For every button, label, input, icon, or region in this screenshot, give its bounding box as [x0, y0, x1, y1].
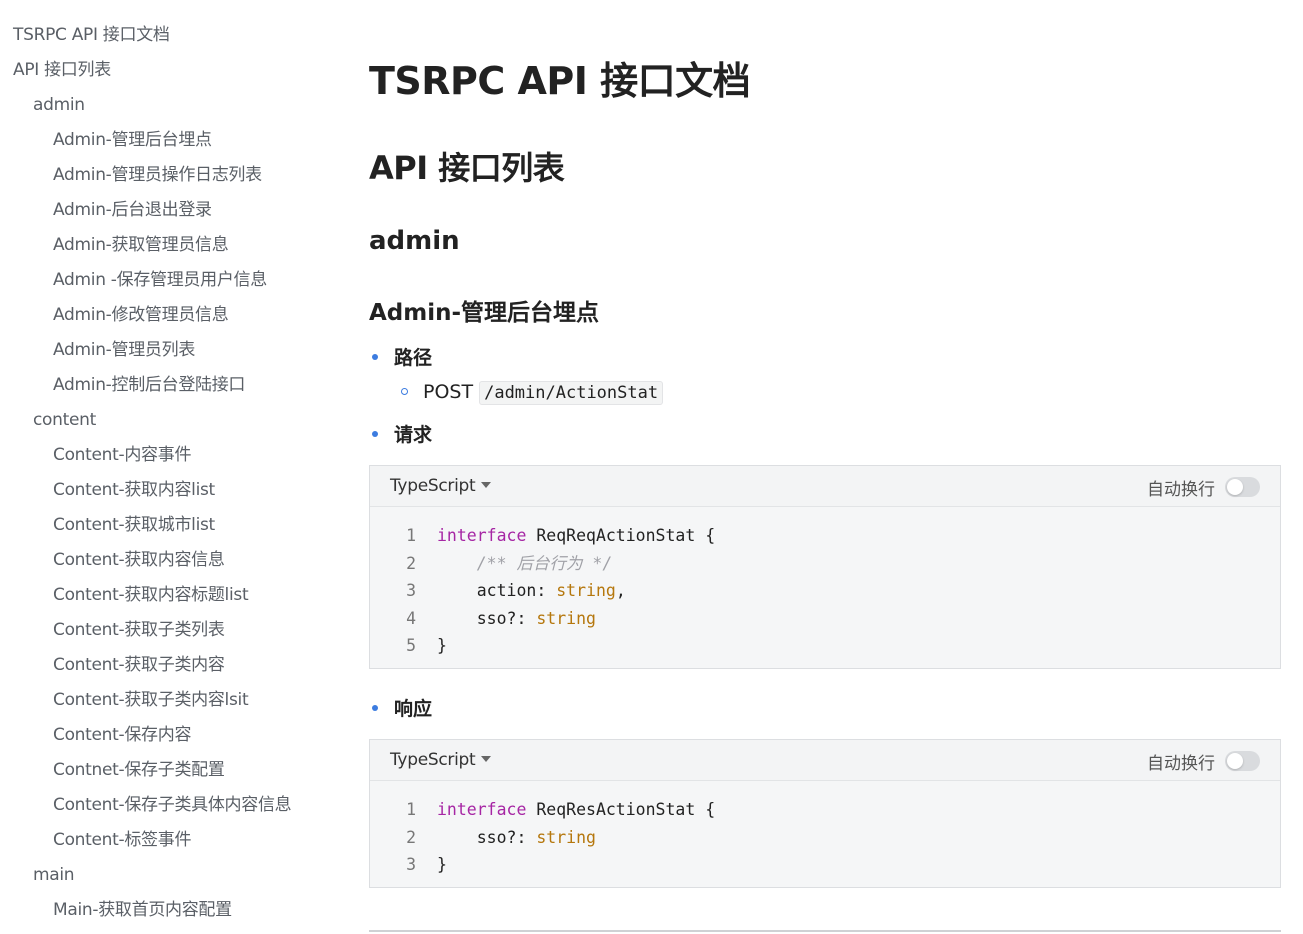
- api-title: Admin-管理后台埋点: [369, 300, 600, 326]
- toc-item[interactable]: Admin-控制后台登陆接口: [0, 372, 330, 407]
- code-line: 2 /** 后台行为 */: [370, 550, 1280, 578]
- toc-item[interactable]: Admin-管理员操作日志列表: [0, 162, 330, 197]
- toc-item[interactable]: Admin-获取管理员信息: [0, 232, 330, 267]
- code-token-plain: }: [437, 636, 447, 655]
- toc-item[interactable]: Content-标签事件: [0, 827, 330, 862]
- path-bullet: 路径: [369, 343, 432, 370]
- toggle-knob: [1227, 479, 1243, 495]
- line-number: 2: [406, 827, 416, 847]
- code-token-type: string: [536, 827, 596, 847]
- code-token-plain: }: [437, 855, 447, 874]
- code-body: 1 interface ReqResActionStat { 2 sso?: str…: [370, 781, 1280, 887]
- word-wrap-toggle[interactable]: [1225, 751, 1260, 771]
- language-label: TypeScript: [390, 476, 476, 496]
- toggle-knob: [1227, 753, 1243, 769]
- language-label: TypeScript: [390, 750, 476, 770]
- toc-item[interactable]: Content-保存子类具体内容信息: [0, 792, 330, 827]
- toc-item[interactable]: Admin -保存管理员用户信息: [0, 267, 330, 302]
- toc-item[interactable]: Admin-修改管理员信息: [0, 302, 330, 337]
- divider: [369, 930, 1281, 932]
- line-number: 3: [406, 855, 416, 874]
- toc-item[interactable]: API 接口列表: [0, 57, 330, 92]
- request-label: 请求: [394, 424, 433, 446]
- code-line: 2 sso?: string: [370, 824, 1280, 852]
- bullet-dot-icon: [372, 705, 378, 711]
- code-line: 5}: [370, 632, 1280, 660]
- group-title: admin: [369, 226, 460, 256]
- word-wrap-toggle[interactable]: [1225, 477, 1260, 497]
- toc-item[interactable]: Content-获取子类内容lsit: [0, 687, 330, 722]
- response-label: 响应: [394, 698, 433, 720]
- path-row: POST/admin/ActionStat: [401, 381, 664, 405]
- line-number: 2: [406, 553, 416, 573]
- toc-item[interactable]: Admin-管理后台埋点: [0, 127, 330, 162]
- toc-item[interactable]: main: [0, 862, 330, 897]
- ring-bullet-icon: [401, 387, 408, 395]
- code-line: 1 interface ReqResActionStat {: [370, 796, 1280, 824]
- toc-item[interactable]: Content-内容事件: [0, 442, 330, 477]
- line-number: 3: [406, 581, 416, 600]
- code-token-name: ReqResActionStat {: [526, 800, 716, 819]
- word-wrap-label: 自动换行: [1147, 754, 1215, 774]
- method-label: POST: [423, 381, 474, 403]
- page-title: TSRPC API 接口文档: [369, 59, 751, 103]
- toc-item[interactable]: Main-获取首页内容配置: [0, 897, 330, 932]
- toc-item[interactable]: Contnet-保存子类配置: [0, 757, 330, 792]
- line-number: 4: [406, 608, 416, 628]
- toc-item[interactable]: Admin-管理员列表: [0, 337, 330, 372]
- toc-item[interactable]: Content-获取内容list: [0, 477, 330, 512]
- toc-item[interactable]: Content-获取子类列表: [0, 617, 330, 652]
- toc-item[interactable]: Content-获取内容标题list: [0, 582, 330, 617]
- request-code-block: TypeScript 自动换行 1 interface ReqReqActionS…: [369, 465, 1281, 669]
- code-line: 3}: [370, 851, 1280, 879]
- line-number: 5: [406, 636, 416, 655]
- line-number: 1: [406, 800, 416, 819]
- language-select[interactable]: TypeScript: [390, 750, 492, 770]
- word-wrap-label: 自动换行: [1147, 480, 1215, 500]
- caret-down-icon: [481, 481, 492, 488]
- request-bullet: 请求: [369, 420, 432, 447]
- toc-item[interactable]: Admin-后台退出登录: [0, 197, 330, 232]
- code-header: TypeScript 自动换行: [370, 740, 1280, 781]
- code-token-comment: /** 后台行为 */: [437, 553, 613, 573]
- response-code-block: TypeScript 自动换行 1 interface ReqResActionS…: [369, 739, 1281, 888]
- section-title: API 接口列表: [369, 149, 565, 187]
- code-line: 1 interface ReqReqActionStat {: [370, 522, 1280, 550]
- toc-item[interactable]: Content-获取子类内容: [0, 652, 330, 687]
- caret-down-icon: [481, 755, 492, 762]
- toc-item[interactable]: content: [0, 407, 330, 442]
- code-token-kw: interface: [437, 526, 527, 545]
- code-token-field: sso?:: [437, 608, 537, 628]
- bullet-dot-icon: [372, 354, 378, 360]
- code-token-name: ReqReqActionStat {: [526, 526, 716, 545]
- code-line: 4 sso?: string: [370, 605, 1280, 633]
- code-line: 3 action: string,: [370, 577, 1280, 605]
- bullet-dot-icon: [372, 431, 378, 437]
- code-token-kw: interface: [437, 800, 527, 819]
- code-token-type: string: [536, 608, 596, 628]
- code-token-tail: ,: [615, 581, 626, 600]
- language-select[interactable]: TypeScript: [390, 476, 492, 496]
- code-token-type: string: [556, 581, 616, 600]
- code-token-field: action:: [437, 581, 557, 600]
- code-token-field: sso?:: [437, 827, 537, 847]
- response-bullet: 响应: [369, 694, 432, 721]
- path-label: 路径: [394, 347, 433, 369]
- toc-item[interactable]: Content-保存内容: [0, 722, 330, 757]
- toc-item[interactable]: Content-获取城市list: [0, 512, 330, 547]
- line-number: 1: [406, 526, 416, 545]
- code-body: 1 interface ReqReqActionStat { 2 /** 后台行为 …: [370, 507, 1280, 668]
- code-header: TypeScript 自动换行: [370, 466, 1280, 507]
- sidebar-toc: TSRPC API 接口文档 API 接口列表 admin Admin-管理后台埋点 A…: [0, 0, 330, 934]
- toc-item[interactable]: admin: [0, 92, 330, 127]
- toc-item[interactable]: Content-获取内容信息: [0, 547, 330, 582]
- path-code: /admin/ActionStat: [479, 381, 664, 405]
- toc-item[interactable]: TSRPC API 接口文档: [0, 22, 330, 57]
